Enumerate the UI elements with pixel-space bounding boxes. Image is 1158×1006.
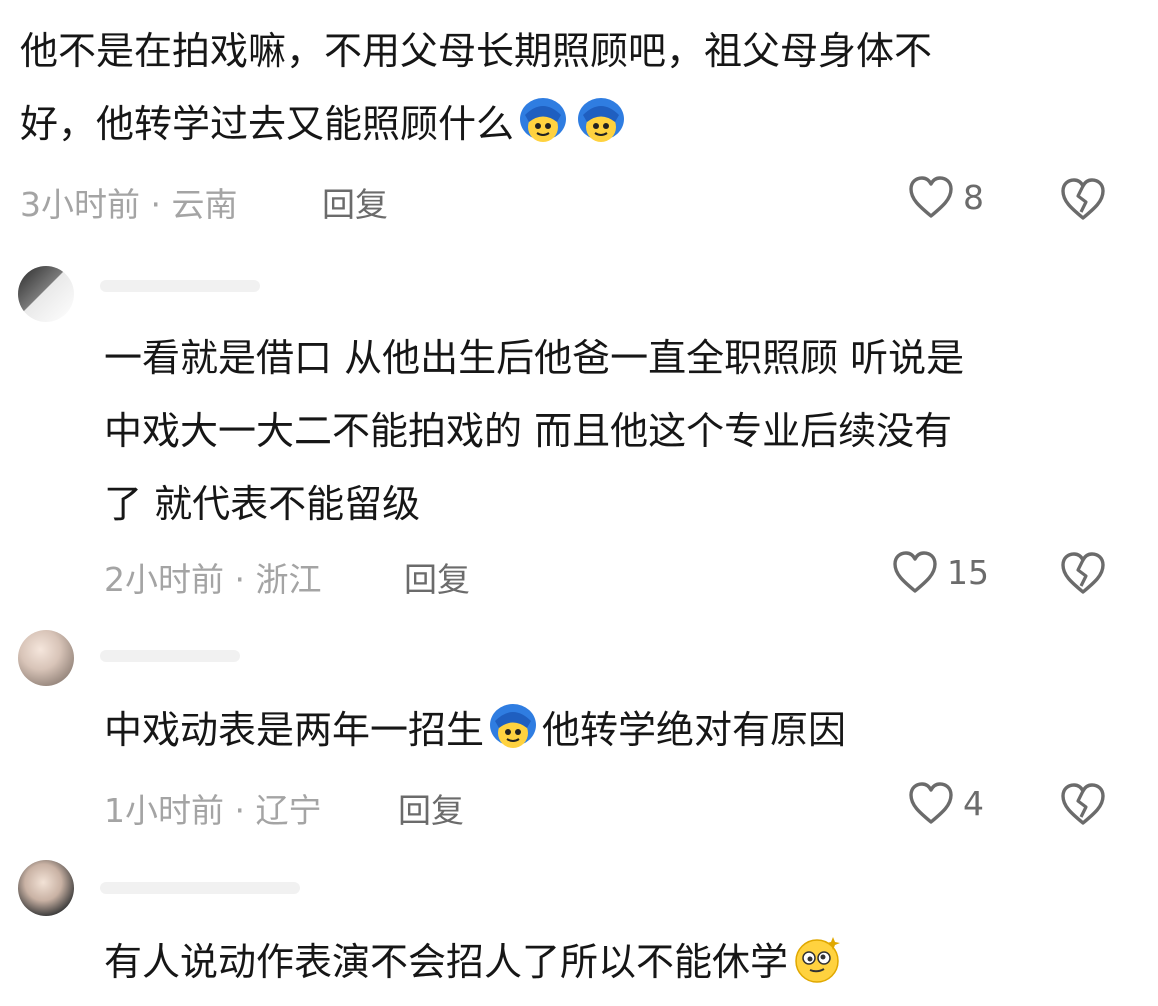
comment-3: 中戏动表是两年一招生 他转学绝对有原因 1小时前 · 辽宁 回复 4 xyxy=(0,620,1158,850)
avatar[interactable] xyxy=(18,266,74,322)
comment-3-text: 中戏动表是两年一招生 他转学绝对有原因 xyxy=(104,694,846,767)
username-placeholder xyxy=(100,280,260,292)
username-placeholder xyxy=(100,650,240,662)
comment-1-line-1: 他不是在拍戏嘛，不用父母长期照顾吧，祖父母身体不 xyxy=(20,29,933,73)
comment-3-text-before: 中戏动表是两年一招生 xyxy=(104,708,485,752)
blue-hair-face-emoji-icon xyxy=(520,98,567,142)
comment-2-time: 2小时前 xyxy=(104,560,224,599)
comment-1-like-button[interactable]: 8 xyxy=(907,174,984,220)
comment-2: 一看就是借口 从他出生后他爸一直全职照顾 听说是 中戏大一大二不能拍戏的 而且他… xyxy=(0,250,1158,610)
comment-4-text-main: 有人说动作表演不会招人了所以不能休学 xyxy=(104,940,789,984)
comment-1-meta: 3小时前 · 云南 xyxy=(20,178,238,226)
heart-outline-icon xyxy=(893,551,937,593)
comment-4-text: 有人说动作表演不会招人了所以不能休学 xyxy=(104,926,846,999)
comment-1-line-2-text: 好，他转学过去又能照顾什么 xyxy=(20,102,515,146)
comment-1-like-count: 8 xyxy=(963,177,984,217)
comment-3-like-count: 4 xyxy=(963,783,984,823)
comment-4-line-1: 有人说动作表演不会招人了所以不能休学 xyxy=(104,926,846,999)
comment-2-like-count: 15 xyxy=(947,552,989,592)
comment-3-location: 辽宁 xyxy=(255,791,322,830)
heart-outline-icon xyxy=(909,176,953,218)
comment-2-reply-button[interactable]: 回复 xyxy=(404,553,470,601)
comment-3-reply-button[interactable]: 回复 xyxy=(398,784,464,832)
comment-3-text-after: 他转学绝对有原因 xyxy=(542,708,847,752)
comment-3-time: 1小时前 xyxy=(104,791,224,830)
broken-heart-icon[interactable] xyxy=(1059,176,1107,222)
avatar[interactable] xyxy=(18,860,74,916)
comment-1-reply-button[interactable]: 回复 xyxy=(322,178,388,226)
comment-2-line-1: 一看就是借口 从他出生后他爸一直全职照顾 听说是 xyxy=(104,336,965,380)
blue-hair-face-emoji-icon xyxy=(578,98,625,142)
comment-2-text: 一看就是借口 从他出生后他爸一直全职照顾 听说是 中戏大一大二不能拍戏的 而且他… xyxy=(104,322,964,541)
comment-1-location: 云南 xyxy=(171,185,238,224)
comment-1: 他不是在拍戏嘛，不用父母长期照顾吧，祖父母身体不 好，他转学过去又能照顾什么 3… xyxy=(0,0,1158,240)
comment-3-like-button[interactable]: 4 xyxy=(907,780,984,826)
broken-heart-icon[interactable] xyxy=(1059,781,1107,827)
comment-2-like-button[interactable]: 15 xyxy=(891,549,989,595)
dizzy-face-emoji-icon xyxy=(795,937,841,983)
comment-4: 有人说动作表演不会招人了所以不能休学 xyxy=(0,850,1158,1006)
broken-heart-icon[interactable] xyxy=(1059,550,1107,596)
avatar[interactable] xyxy=(18,630,74,686)
comment-3-meta: 1小时前 · 辽宁 xyxy=(104,784,322,832)
comment-2-line-3: 了 就代表不能留级 xyxy=(104,482,421,526)
comment-2-line-2: 中戏大一大二不能拍戏的 而且他这个专业后续没有 xyxy=(104,409,953,453)
comment-2-location: 浙江 xyxy=(255,560,322,599)
comment-1-time: 3小时前 xyxy=(20,185,140,224)
comment-1-separator: · xyxy=(150,185,162,224)
comment-1-text: 他不是在拍戏嘛，不用父母长期照顾吧，祖父母身体不 好，他转学过去又能照顾什么 xyxy=(20,15,932,161)
username-placeholder xyxy=(100,882,300,894)
comment-2-separator: · xyxy=(234,560,246,599)
heart-outline-icon xyxy=(909,782,953,824)
comment-3-line-1: 中戏动表是两年一招生 他转学绝对有原因 xyxy=(104,694,846,767)
comment-2-meta: 2小时前 · 浙江 xyxy=(104,553,322,601)
comment-1-line-2: 好，他转学过去又能照顾什么 xyxy=(20,88,932,161)
comment-3-separator: · xyxy=(234,791,246,830)
blue-hair-face-emoji-icon xyxy=(490,704,537,748)
